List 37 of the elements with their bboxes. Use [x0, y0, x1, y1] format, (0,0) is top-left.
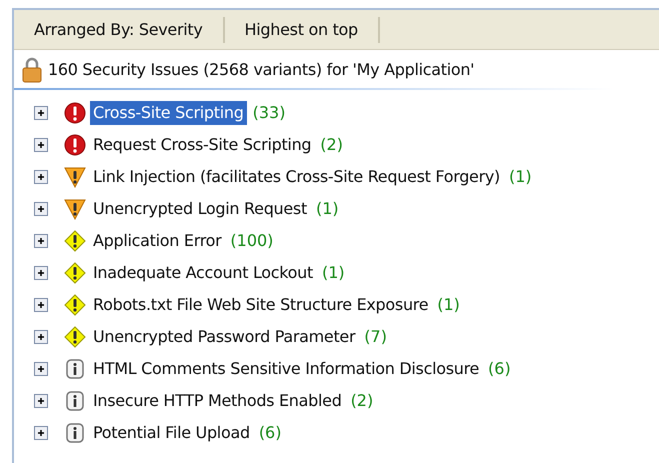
- expand-icon[interactable]: [34, 362, 48, 376]
- column-header[interactable]: Arranged By: Severity: [14, 16, 225, 42]
- issue-count: (6): [488, 358, 511, 380]
- column-header[interactable]: Highest on top: [224, 16, 380, 42]
- issue-count: (1): [322, 262, 345, 284]
- expand-icon[interactable]: [34, 106, 48, 120]
- expand-icon[interactable]: [34, 234, 48, 248]
- issue-name[interactable]: HTML Comments Sensitive Information Disclosure: [90, 357, 482, 381]
- issue-name[interactable]: Insecure HTTP Methods Enabled: [90, 389, 345, 413]
- issue-count: (1): [509, 166, 532, 188]
- expand-icon[interactable]: [34, 138, 48, 152]
- expand-icon[interactable]: [34, 298, 48, 312]
- issue-count: (1): [437, 294, 460, 316]
- issue-name[interactable]: Cross-Site Scripting: [90, 101, 247, 125]
- expand-icon[interactable]: [34, 170, 48, 184]
- issue-name[interactable]: Request Cross-Site Scripting: [90, 133, 314, 157]
- issue-count: (2): [350, 390, 374, 412]
- expand-icon[interactable]: [34, 202, 48, 216]
- issue-name[interactable]: Potential File Upload: [90, 421, 253, 445]
- expand-icon[interactable]: [34, 394, 48, 408]
- issue-count: (7): [364, 326, 387, 348]
- expand-icon[interactable]: [34, 330, 48, 344]
- summary-title: 160 Security Issues (2568 variants) for 'My Application': [48, 59, 474, 81]
- issue-count: (6): [258, 422, 282, 444]
- issue-name[interactable]: Robots.txt File Web Site Structure Exposure: [90, 293, 432, 317]
- expand-icon[interactable]: [34, 426, 48, 440]
- issue-name[interactable]: Unencrypted Login Request: [90, 197, 310, 221]
- expand-icon[interactable]: [34, 266, 48, 280]
- padlock-icon: [22, 57, 42, 83]
- issue-count: (100): [230, 230, 274, 252]
- issue-count: (1): [316, 198, 339, 220]
- issue-count: (2): [320, 134, 343, 156]
- issue-name[interactable]: Unencrypted Password Parameter: [90, 325, 358, 349]
- issue-name[interactable]: Application Error: [90, 229, 224, 253]
- issue-name[interactable]: Inadequate Account Lockout: [90, 261, 316, 285]
- issue-count: (33): [252, 102, 286, 124]
- issue-name[interactable]: Link Injection (facilitates Cross-Site Request Forgery): [90, 165, 503, 189]
